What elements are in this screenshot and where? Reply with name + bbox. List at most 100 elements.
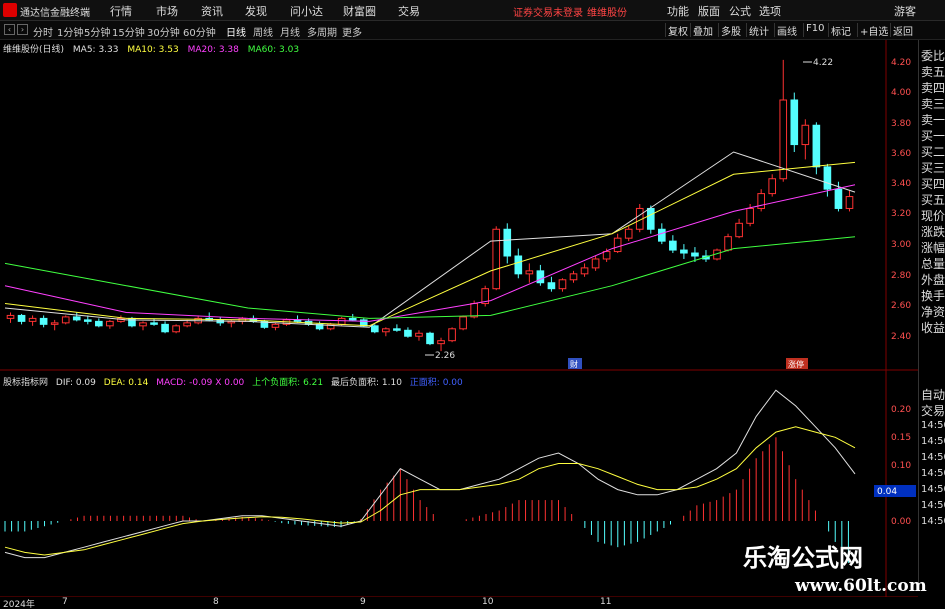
app-logo-icon <box>3 3 17 17</box>
overlay-button[interactable]: 叠加 <box>690 23 715 38</box>
candle-body <box>72 316 81 321</box>
period-5min[interactable]: 5分钟 <box>84 24 110 39</box>
menubar: 通达信金融终端 行情 市场 资讯 发现 问小达 财富圈 交易 证券交易未登录 维… <box>0 0 945 21</box>
menu-quotes[interactable]: 行情 <box>110 3 132 19</box>
side-net-asset[interactable]: 净资 <box>921 303 945 320</box>
mark-button[interactable]: 标记 <box>828 23 853 38</box>
side-ask1[interactable]: 卖一 <box>921 111 945 128</box>
candle-body <box>28 317 37 322</box>
side-outer[interactable]: 外盘 <box>921 271 945 288</box>
candle-body <box>39 317 48 325</box>
login-notice[interactable]: 证券交易未登录 <box>513 4 583 19</box>
candle-body <box>812 124 821 168</box>
multi-stock-button[interactable]: 多股 <box>718 23 743 38</box>
period-multi[interactable]: 多周期 <box>307 24 337 39</box>
candle-body <box>6 314 15 319</box>
add-watchlist-button[interactable]: +自选 <box>857 23 890 38</box>
kline-chart[interactable]: 4.20 4.00 3.80 3.60 3.40 3.20 3.00 2.80 … <box>0 40 918 597</box>
side-earnings[interactable]: 收益 <box>921 319 945 336</box>
candle-body <box>448 328 456 342</box>
menu-trade[interactable]: 交易 <box>398 3 420 19</box>
price-axis: 4.20 4.00 3.80 3.60 3.40 3.20 3.00 2.80 … <box>891 58 911 342</box>
side-bid1[interactable]: 买一 <box>921 127 945 144</box>
side-ask3[interactable]: 卖三 <box>921 95 945 112</box>
period-monthly[interactable]: 月线 <box>280 24 300 39</box>
side-price[interactable]: 现价 <box>921 207 945 224</box>
candle-body <box>680 249 688 254</box>
restore-rights-button[interactable]: 复权 <box>665 23 690 38</box>
candle-body <box>492 228 501 290</box>
menu-wealth[interactable]: 财富圈 <box>343 3 376 19</box>
candle-body <box>337 317 346 325</box>
period-weekly[interactable]: 周线 <box>253 24 273 39</box>
period-30min[interactable]: 30分钟 <box>147 24 180 39</box>
quote-side-panel: 委比 卖五 卖四 卖三 卖一 买一 买二 买三 买四 买五 现价 涨跌 涨幅 总… <box>918 40 945 588</box>
candle-body <box>183 322 191 327</box>
menu-ask[interactable]: 问小达 <box>290 3 323 19</box>
period-more[interactable]: 更多 <box>342 24 362 39</box>
indicator-tick-highlight: 0.04 <box>877 487 897 497</box>
candle-body <box>271 323 280 328</box>
period-intraday[interactable]: 分时 <box>33 24 53 39</box>
period-toolbar: ‹ › 分时 1分钟 5分钟 15分钟 30分钟 60分钟 日线 周线 月线 多… <box>0 21 945 40</box>
menu-discover[interactable]: 发现 <box>245 3 267 19</box>
candle-body <box>580 267 589 275</box>
candle-body <box>61 316 70 324</box>
side-change-pct[interactable]: 涨幅 <box>921 239 945 256</box>
forward-icon[interactable]: › <box>17 24 28 35</box>
back-icon[interactable]: ‹ <box>4 24 15 35</box>
price-tick: 3.80 <box>891 119 911 129</box>
f10-button[interactable]: F10 <box>803 23 826 37</box>
side-bid2[interactable]: 买二 <box>921 143 945 160</box>
menu-options[interactable]: 选项 <box>759 3 781 19</box>
side-ask4[interactable]: 卖四 <box>921 79 945 96</box>
menu-formula[interactable]: 公式 <box>729 3 751 19</box>
candle-body <box>17 314 26 322</box>
period-60min[interactable]: 60分钟 <box>183 24 216 39</box>
menu-function[interactable]: 功能 <box>667 3 689 19</box>
candle-body <box>382 328 390 333</box>
watermark-title: 乐淘公式网 <box>743 544 863 572</box>
menu-news[interactable]: 资讯 <box>201 3 223 19</box>
price-tick: 3.60 <box>891 149 911 159</box>
side-volume[interactable]: 总量 <box>921 255 945 272</box>
side-bid3[interactable]: 买三 <box>921 159 945 176</box>
low-mark: 2.26 <box>435 351 455 361</box>
stock-notice: 维维股份 <box>587 8 627 19</box>
limit-up-tag[interactable]: 涨停 <box>788 359 804 369</box>
side-change[interactable]: 涨跌 <box>921 223 945 240</box>
side-ask5[interactable]: 卖五 <box>921 63 945 80</box>
stats-button[interactable]: 统计 <box>746 23 771 38</box>
period-15min[interactable]: 15分钟 <box>112 24 145 39</box>
candle-body <box>161 323 169 333</box>
candle-body <box>801 124 810 146</box>
period-daily[interactable]: 日线 <box>226 24 246 39</box>
side-auto[interactable]: 自动 <box>921 386 945 403</box>
side-turnover[interactable]: 换手 <box>921 287 945 304</box>
candle-body <box>393 328 401 331</box>
candle-body <box>470 303 478 318</box>
menu-layout[interactable]: 版面 <box>698 3 720 19</box>
candle-body <box>525 270 534 275</box>
side-bid4[interactable]: 买四 <box>921 175 945 192</box>
menu-market[interactable]: 市场 <box>156 3 178 19</box>
period-1min[interactable]: 1分钟 <box>57 24 83 39</box>
side-trade[interactable]: 交易 <box>921 402 945 419</box>
candle-body <box>558 279 567 290</box>
candle-body <box>845 196 854 209</box>
time-tick-year: 2024年 <box>3 600 35 609</box>
side-order-ratio[interactable]: 委比 <box>921 47 945 64</box>
macd-histogram <box>4 437 849 563</box>
finance-tag[interactable]: 财 <box>570 359 578 369</box>
menu-guest[interactable]: 游客 <box>894 3 916 19</box>
side-time: 14:50 <box>921 452 945 463</box>
candle-body <box>735 222 743 238</box>
time-tick: 8 <box>213 597 219 607</box>
candle-body <box>503 228 512 257</box>
side-bid5[interactable]: 买五 <box>921 191 945 208</box>
draw-line-button[interactable]: 画线 <box>774 23 799 38</box>
indicator-tick: 0.15 <box>891 433 911 443</box>
return-button[interactable]: 返回 <box>890 23 915 38</box>
candle-body <box>602 251 611 260</box>
candle-body <box>426 332 434 345</box>
